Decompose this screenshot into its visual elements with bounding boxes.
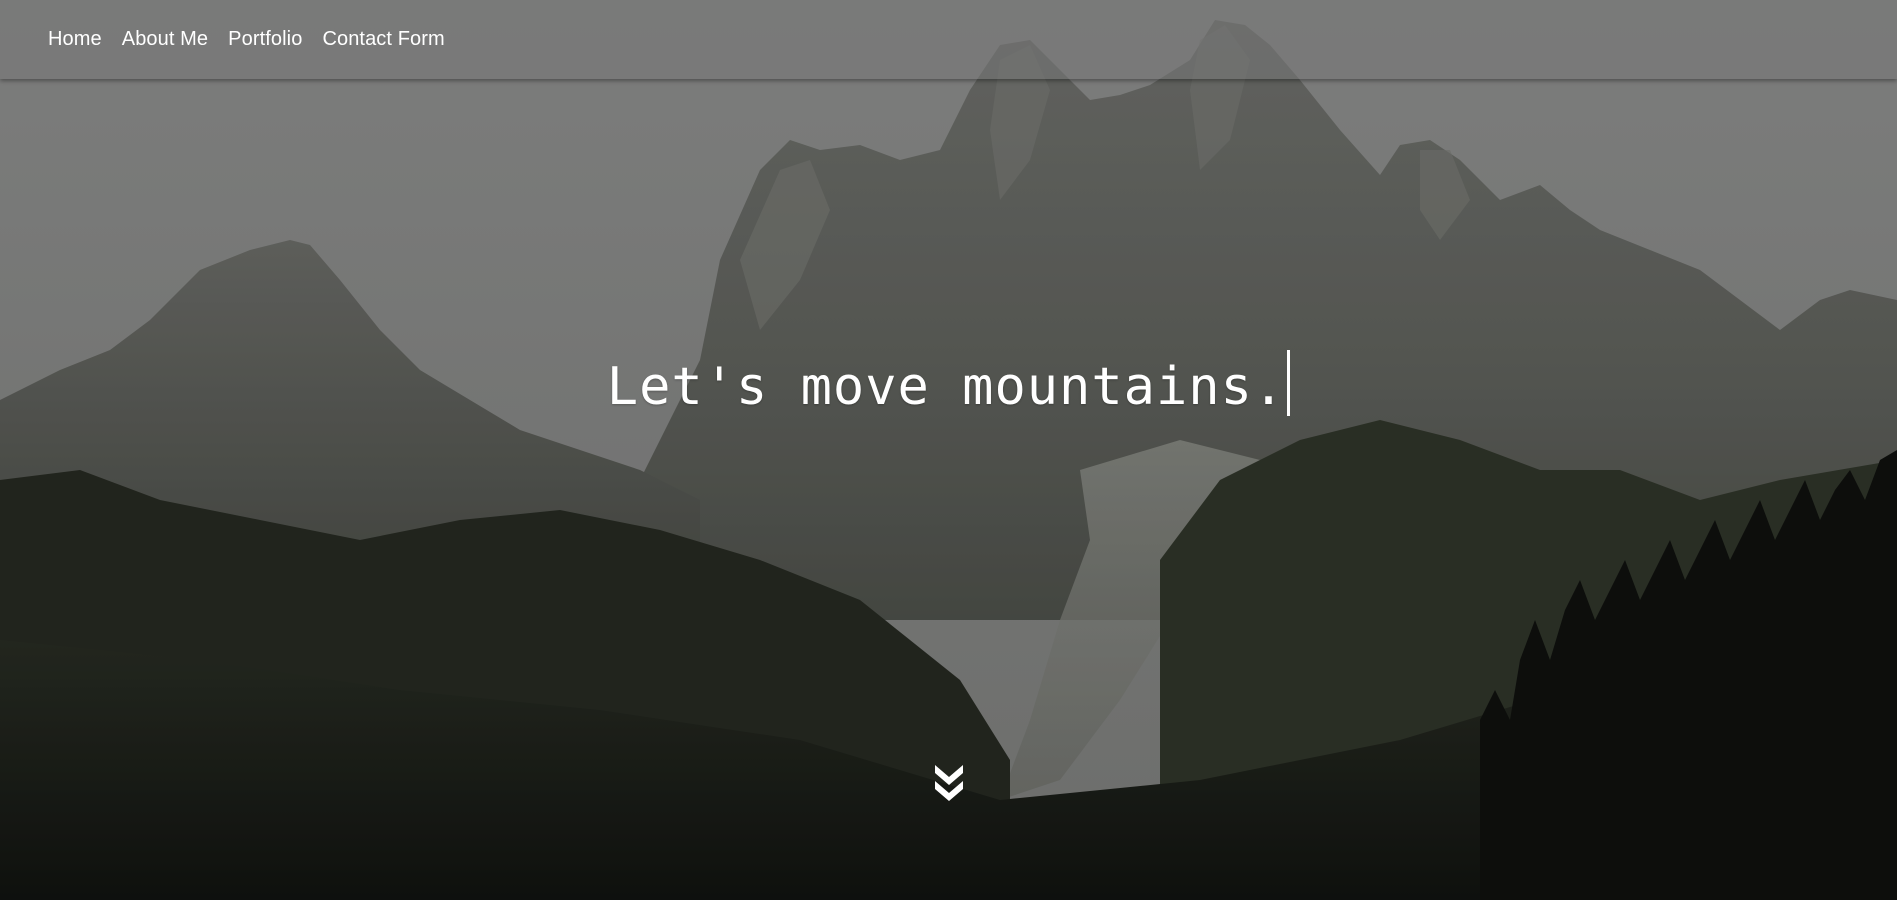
hero-headline: Let's move mountains. bbox=[0, 350, 1897, 417]
nav-link-contact-form[interactable]: Contact Form bbox=[322, 28, 444, 51]
typing-cursor bbox=[1287, 350, 1291, 416]
scroll-down-button[interactable] bbox=[932, 762, 966, 804]
double-chevron-down-icon bbox=[935, 765, 963, 801]
hero-headline-text: Let's move mountains. bbox=[606, 357, 1286, 417]
top-navigation-bar: Home About Me Portfolio Contact Form bbox=[0, 0, 1897, 79]
nav-link-home[interactable]: Home bbox=[48, 28, 102, 51]
hero-section: Home About Me Portfolio Contact Form Let… bbox=[0, 0, 1897, 900]
nav-link-portfolio[interactable]: Portfolio bbox=[228, 28, 302, 51]
nav-link-about-me[interactable]: About Me bbox=[122, 28, 208, 51]
